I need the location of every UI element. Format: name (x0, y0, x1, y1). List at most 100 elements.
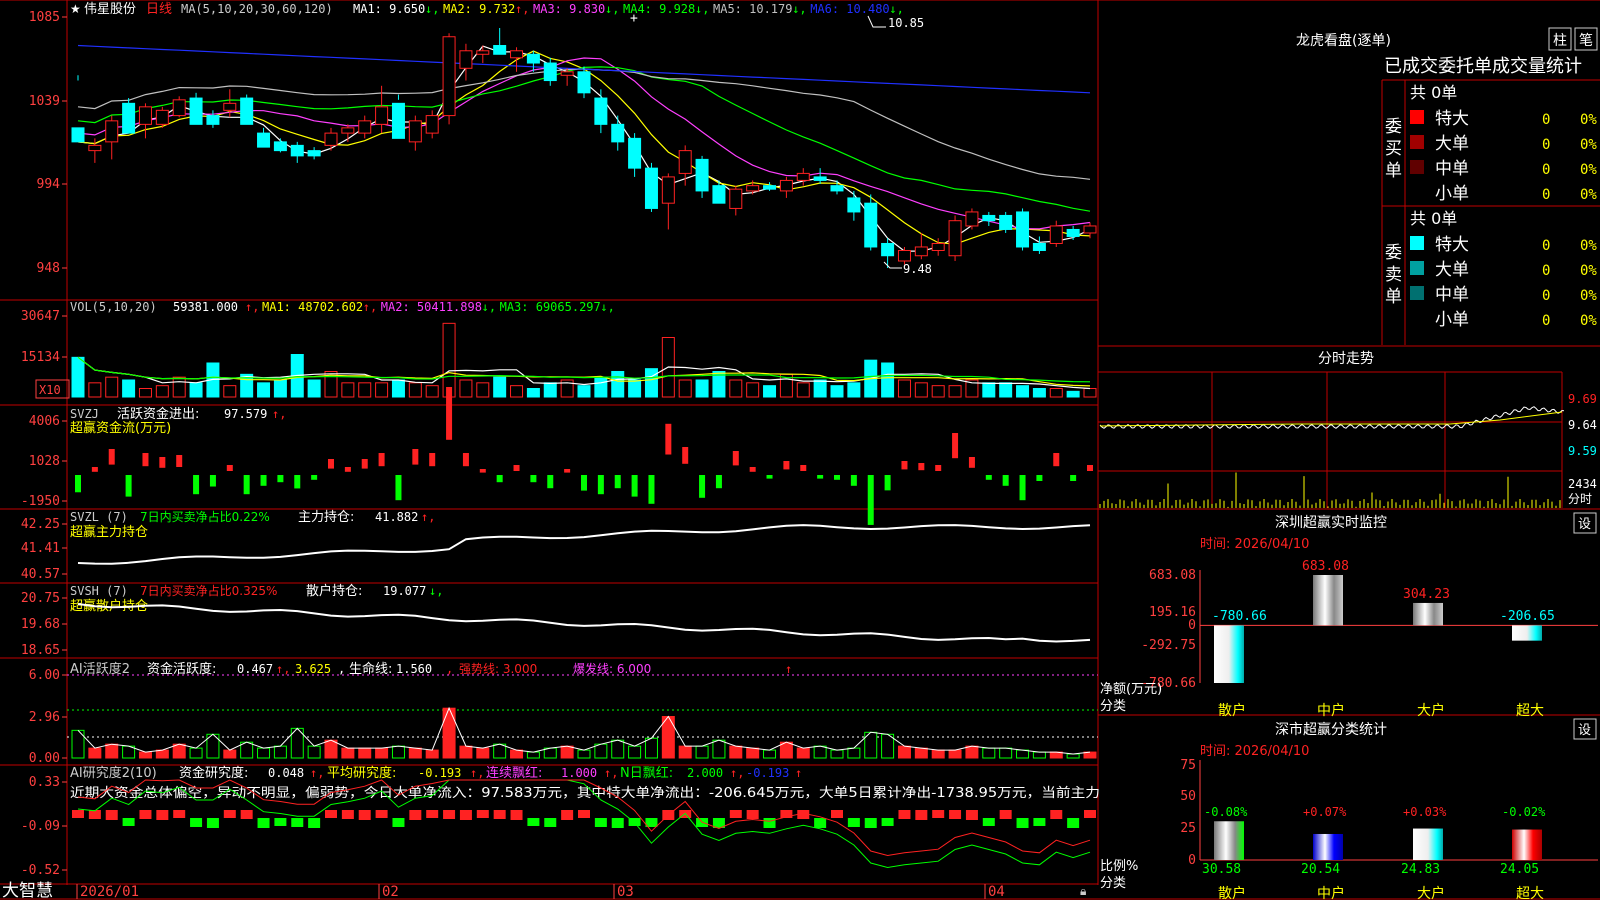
ai2-nred: 2.000 (687, 766, 723, 780)
ai1-bar (712, 739, 726, 759)
volume-bar (1066, 390, 1080, 398)
svzl-line (77, 524, 1091, 565)
ai1-bar (442, 707, 456, 759)
svzj-bar (968, 457, 975, 468)
candle-body (408, 120, 422, 143)
candle-body (105, 120, 119, 143)
volume-bar (408, 382, 422, 398)
side-label: 委 (1385, 117, 1402, 137)
candle-body (307, 150, 321, 157)
ai2-bar (594, 818, 607, 827)
svzj-bar (985, 475, 992, 480)
ai2-bar (105, 810, 118, 820)
stats-title: 已成交委托单成交量统计 (1384, 56, 1582, 77)
ai2-bar (409, 810, 422, 820)
svzj-bar (952, 433, 959, 459)
brand-logo: 大智慧 (2, 881, 53, 900)
volume-bar (830, 385, 844, 398)
intraday-axis-label: 9.69 (1568, 392, 1597, 406)
ai2-avg-label: 平均研究度: (327, 765, 396, 781)
svsh-axis-label: 19.68 (21, 617, 60, 632)
category-bar (1512, 625, 1542, 641)
candle-body (847, 197, 861, 213)
ai2-title: AI研究度2(10) (70, 765, 157, 781)
candle-body (510, 50, 524, 59)
bar-value-label: 20.54 (1301, 862, 1340, 877)
ai1-bar (678, 745, 692, 759)
ai1-bar (425, 749, 439, 759)
intraday-axis-label: 9.64 (1568, 418, 1597, 432)
monitor-set-label[interactable]: 设 (1578, 517, 1591, 532)
ma-value-3: MA3: 9.830 (533, 2, 605, 16)
ai1-life: 1.560 (396, 662, 432, 676)
ai2-bar (291, 818, 304, 827)
ai1-v1: 0.467 (237, 662, 273, 676)
lock-icon[interactable]: 🔒︎ (1080, 884, 1086, 898)
ai1-life-label: 生命线: (349, 661, 392, 677)
ai1-bar (931, 749, 945, 759)
svzj-bar (108, 449, 115, 465)
vol-value: 59381.000 (173, 300, 238, 314)
row-count: 0 (1542, 313, 1550, 329)
volume-bar (341, 382, 355, 398)
ma-value-5: MA5: 10.179 (713, 2, 792, 16)
row-name: 中单 (1435, 159, 1469, 179)
ai2-bar (274, 818, 287, 826)
svzj-bar (1019, 475, 1026, 501)
vol-arrow: ↓, (600, 300, 614, 314)
ai2-avg: -0.193 (418, 766, 461, 780)
crosshair-icon: + (630, 11, 638, 26)
volume-bar (678, 379, 692, 398)
column-button-label[interactable]: 柱 (1553, 33, 1567, 49)
ai2-bar (611, 818, 624, 828)
candle-body (1049, 225, 1063, 244)
classify-set-label[interactable]: 设 (1578, 723, 1591, 738)
ai1-bar (1016, 749, 1030, 759)
ai1-bar (982, 747, 996, 759)
period-label[interactable]: 日线 (146, 2, 172, 17)
ai2-bar (949, 810, 962, 819)
svzj-value: 97.579 (224, 407, 267, 421)
svzj-bar (395, 475, 402, 501)
volume-bar (172, 376, 186, 398)
intraday-avg-line (1099, 411, 1563, 427)
ma-arrow: ↓, (605, 2, 619, 16)
row-pct: 0% (1580, 313, 1597, 329)
ma-arrow: ↑, (515, 2, 529, 16)
category-bar (1313, 575, 1343, 626)
ai2-bar (72, 810, 84, 818)
ai1-bar (763, 749, 777, 759)
row-swatch (1410, 261, 1424, 275)
side-label: 卖 (1385, 265, 1402, 285)
candle-body (375, 106, 389, 125)
date-label: 2026/01 (80, 884, 139, 900)
count-button-label[interactable]: 笔 (1579, 33, 1593, 49)
row-count: 0 (1542, 187, 1550, 203)
svzl-polyline (77, 524, 1091, 565)
ma-value-2: MA2: 9.732 (443, 2, 515, 16)
candle-body (577, 71, 591, 94)
ai1-bar (172, 743, 186, 759)
svzj-bar (429, 453, 436, 467)
ai2-bar (763, 818, 776, 828)
svzj-bar (462, 453, 469, 467)
intraday-vol-unit: 分时 (1568, 492, 1592, 506)
volume-bar (493, 376, 507, 398)
classify-time: 时间: 2026/04/10 (1200, 744, 1309, 759)
ai2-bar (510, 810, 523, 820)
svsh-hold-label: 散户持仓: (306, 583, 362, 599)
svzl-label: 7日内买卖净占比0.22% (140, 509, 270, 524)
stock-name[interactable]: 伟星股份 (84, 2, 136, 17)
candle-body (324, 132, 338, 146)
category-bar (1214, 821, 1244, 860)
ma-arrow: ↓, (792, 2, 806, 16)
vol-ma-value: MA1: 48702.602 (262, 300, 363, 314)
ai2-last: -0.193 (746, 766, 789, 780)
row-pct: 0% (1580, 112, 1597, 128)
volume-bar (476, 382, 490, 398)
svsh-axis: 20.75 19.68 18.65 (21, 591, 67, 658)
svzj-bar (479, 469, 486, 473)
row-swatch (1410, 135, 1424, 149)
svzj-bar (867, 475, 874, 525)
category-bar (1214, 625, 1244, 683)
